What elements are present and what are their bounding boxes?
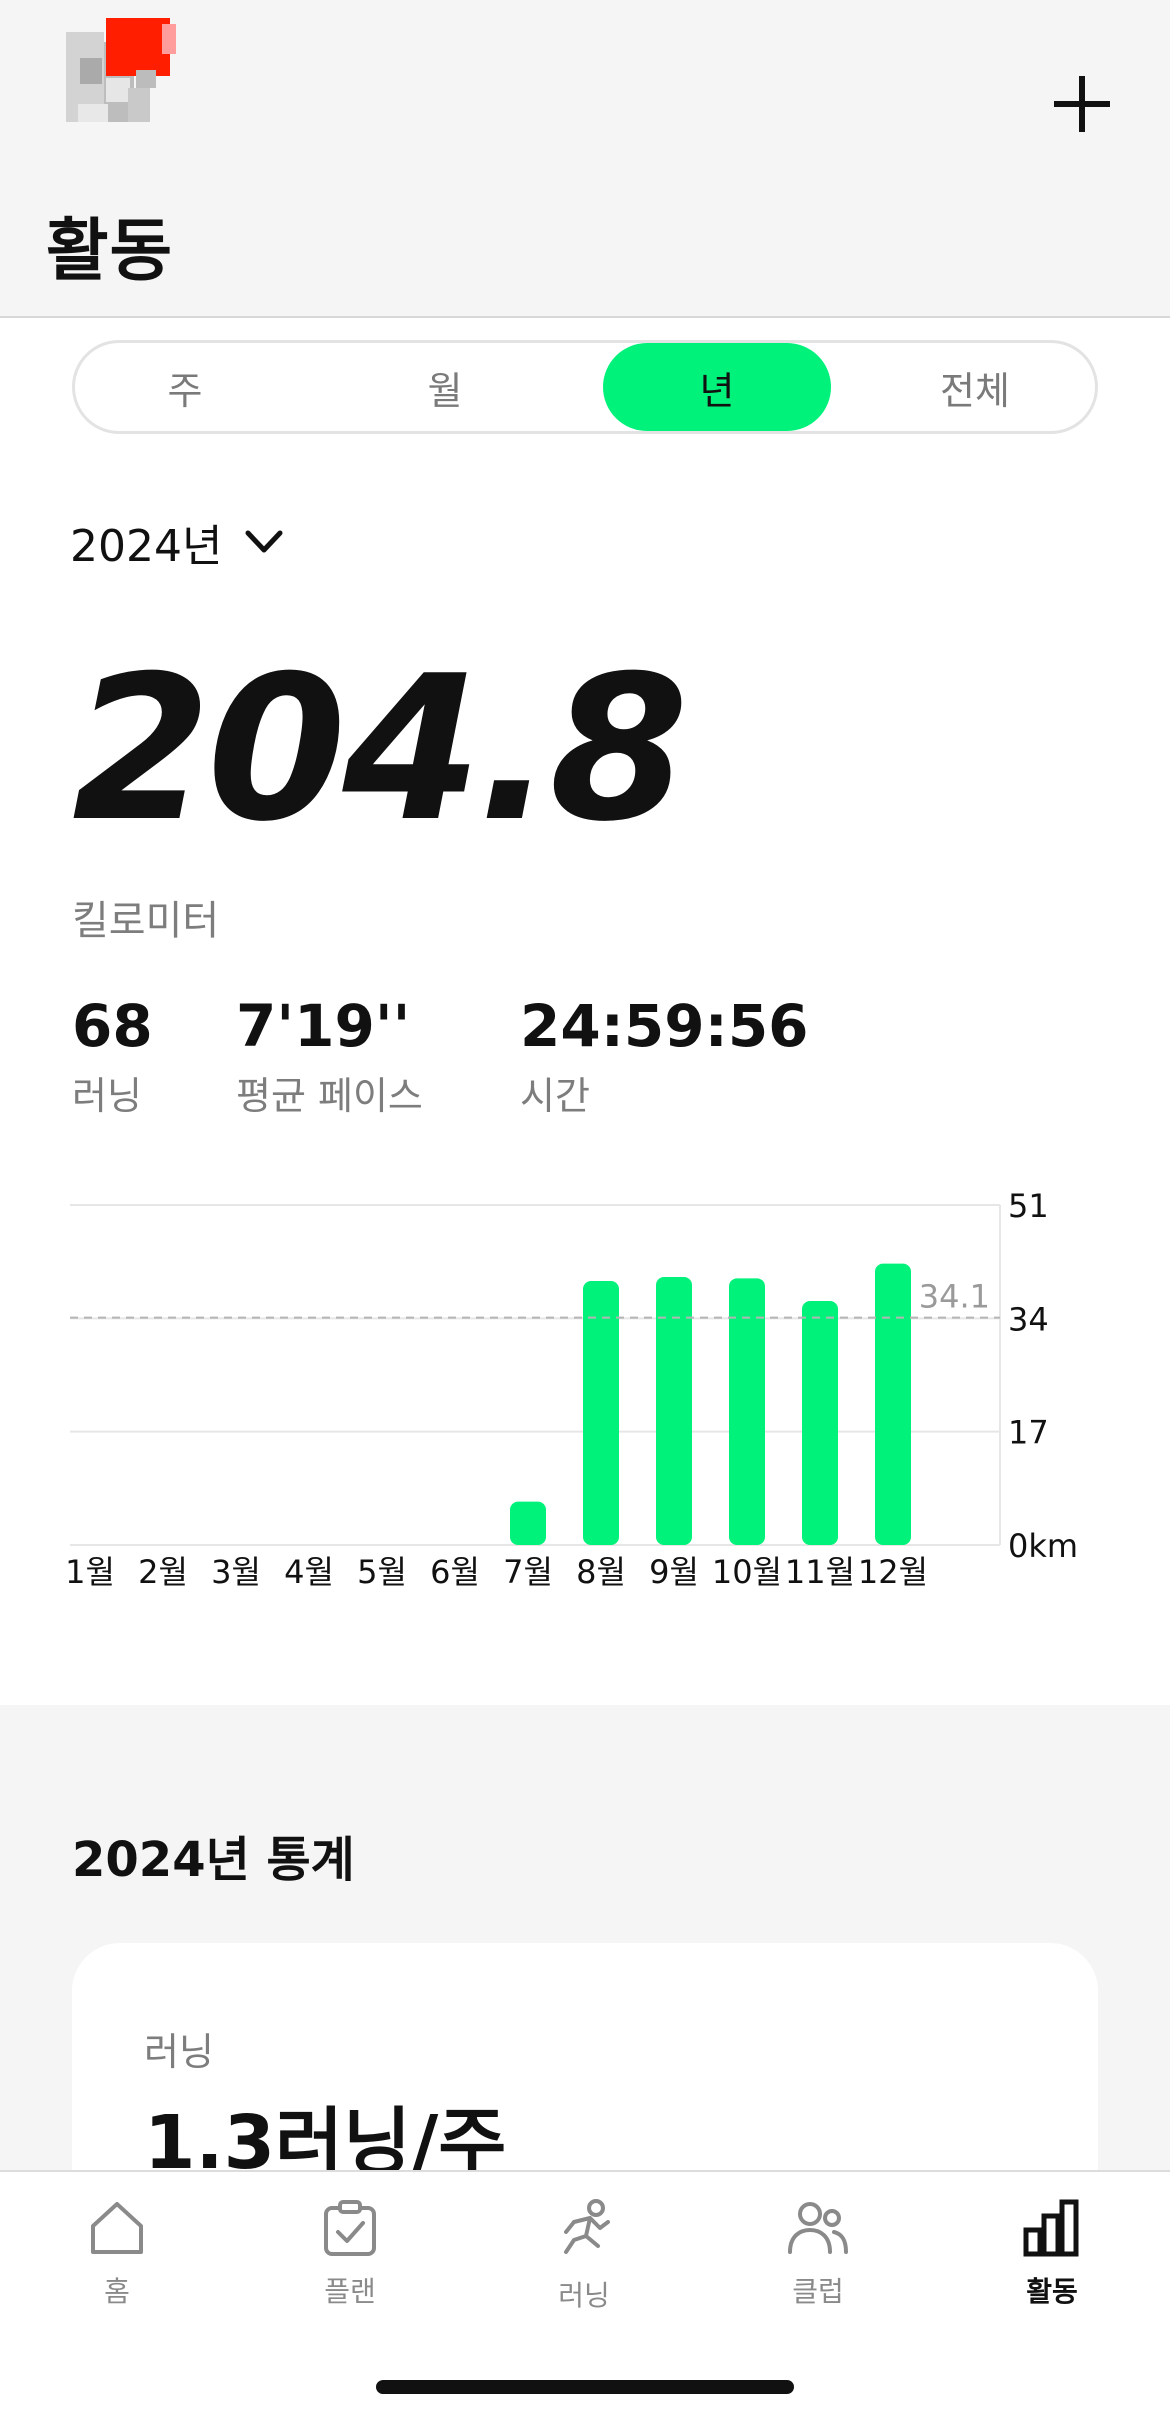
chart-x-tick-label: 12월 [858,1553,928,1591]
stats-title: 2024년 통계 [72,1832,355,1888]
total-distance: 204.8 [72,633,689,866]
chart-x-tick-label: 2월 [138,1553,188,1591]
chart-x-tick-label: 4월 [284,1553,334,1591]
page-title: 활동 [46,212,174,291]
distance-unit: 킬로미터 [72,898,220,944]
nav-label-activity: 활동 [1026,2275,1078,2308]
chart-x-tick-label: 3월 [211,1553,261,1591]
tab-month[interactable]: 월 [305,343,585,431]
chart-bar [583,1281,619,1545]
year-label: 2024년 [70,521,223,572]
stat-time: 24:59:56 시간 [520,992,809,1120]
home-icon [91,2202,143,2254]
chart-x-tick-label: 9월 [649,1553,699,1591]
nav-item-running[interactable]: 러닝 [504,2198,664,2314]
tab-year[interactable]: 년 [603,343,831,431]
tab-all[interactable]: 전체 [865,343,1085,431]
runs-label: 러닝 [72,1073,142,1118]
time-label: 시간 [520,1073,590,1118]
period-segmented-control: 주 월 년 전체 [72,340,1098,434]
runner-icon [564,2199,610,2254]
nav-item-club[interactable]: 클럽 [738,2198,898,2310]
nav-label-home: 홈 [104,2275,130,2308]
runs-value: 68 [72,992,153,1060]
nav-item-home[interactable]: 홈 [37,2198,197,2310]
chart-x-tick-label: 11월 [785,1553,855,1591]
chart-bar [802,1301,838,1545]
avatar[interactable] [66,18,176,130]
chart-x-tick-label: 7월 [503,1553,553,1591]
nav-label-plan: 플랜 [324,2275,376,2308]
nav-label-club: 클럽 [792,2275,844,2308]
plus-icon [1054,76,1110,132]
chart-y-tick-label: 51 [1008,1187,1049,1225]
stat-runs: 68 러닝 [72,992,153,1120]
chart-x-tick-label: 10월 [712,1553,782,1591]
people-icon [788,2202,848,2254]
chart-x-tick-label: 5월 [357,1553,407,1591]
chart-x-tick-label: 1월 [65,1553,115,1591]
pace-label: 평균 페이스 [236,1073,423,1118]
chart-x-tick-label: 6월 [430,1553,480,1591]
pace-value: 7'19'' [236,992,411,1060]
chart-bar [875,1263,911,1545]
chart-y-tick-label: 0km [1008,1527,1078,1565]
time-value: 24:59:56 [520,992,809,1060]
chart-bar [510,1501,546,1545]
nav-label-running: 러닝 [558,2279,610,2312]
pixel-avatar-icon [66,18,176,122]
year-selector[interactable]: 2024년 [70,510,284,574]
chart-average-label: 34.1 [919,1278,990,1316]
home-indicator [376,2380,794,2394]
nav-item-activity[interactable]: 활동 [972,2198,1132,2310]
bar-chart-icon [1023,2199,1079,2257]
clipboard-check-icon [324,2200,376,2256]
stats-card-label: 러닝 [144,2030,214,2074]
chart-x-tick-label: 8월 [576,1553,626,1591]
tab-week[interactable]: 주 [75,343,295,431]
chevron-down-icon [245,530,283,553]
add-activity-button[interactable] [1030,52,1134,156]
app-header: 활동 [0,0,1170,318]
nav-item-plan[interactable]: 플랜 [270,2198,430,2310]
monthly-distance-chart: 0km 17 34 51 1월 2월 3월 4월 5월 6월 7월 8월 9월 10월 11월 12월 34.1 [65,1187,1078,1591]
stat-pace: 7'19'' 평균 페이스 [236,992,423,1120]
chart-y-tick-label: 34 [1008,1300,1049,1338]
chart-y-tick-label: 17 [1008,1414,1049,1452]
